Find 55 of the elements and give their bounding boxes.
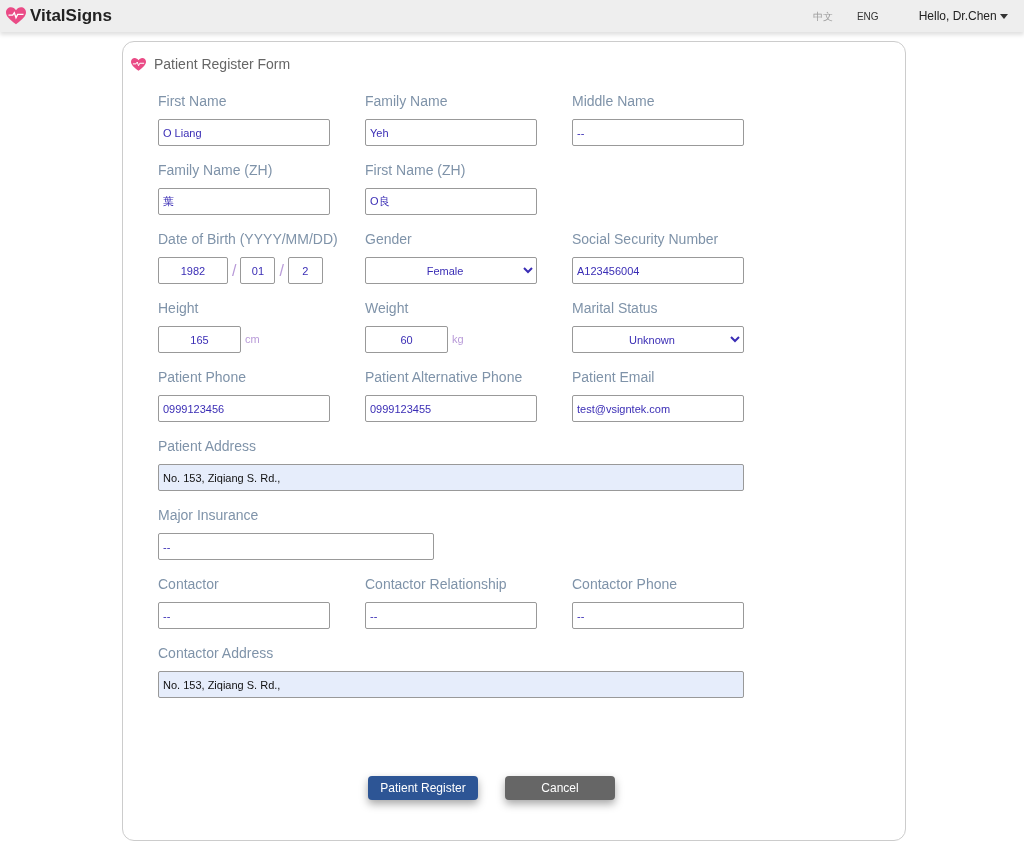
field-label: Family Name (ZH): [158, 161, 273, 180]
input-field[interactable]: 2: [287, 257, 323, 284]
field-label: Patient Alternative Phone: [365, 368, 523, 387]
unit-label: kg: [452, 332, 464, 348]
field-label: Contactor Phone: [572, 575, 678, 594]
field-label: Middle Name: [572, 92, 655, 111]
input-field[interactable]: --: [158, 533, 434, 560]
user-menu[interactable]: Hello, Dr.Chen: [918, 7, 1008, 25]
input-field[interactable]: 1982: [158, 257, 228, 284]
input-field[interactable]: --: [158, 602, 330, 629]
input-field[interactable]: No. 153, Ziqiang S. Rd.,: [158, 464, 744, 491]
input-field[interactable]: --: [365, 602, 537, 629]
field-label: Height: [158, 299, 199, 318]
select-field[interactable]: Unknown: [572, 326, 744, 353]
input-field[interactable]: 165: [158, 326, 241, 353]
field-label: Gender: [365, 230, 412, 249]
input-field[interactable]: 0999123456: [158, 395, 330, 422]
field-label: Date of Birth (YYYY/MM/DD): [158, 230, 338, 249]
language-link[interactable]: ENG: [856, 8, 879, 24]
cancel-button[interactable]: Cancel: [505, 776, 615, 800]
field-label: Contactor Address: [158, 644, 274, 663]
form-title: Patient Register Form: [154, 55, 291, 74]
date-separator: /: [279, 260, 284, 281]
input-field[interactable]: 60: [365, 326, 448, 353]
field-label: Family Name: [365, 92, 448, 111]
field-label: Social Security Number: [572, 230, 719, 249]
heart-icon: [131, 57, 146, 72]
input-field[interactable]: --: [572, 119, 744, 146]
field-label: Contactor Relationship: [365, 575, 507, 594]
register-button[interactable]: Patient Register: [368, 776, 478, 800]
unit-label: cm: [245, 332, 260, 348]
input-field[interactable]: 01: [240, 257, 276, 284]
heart-icon: [6, 6, 26, 26]
field-label: First Name (ZH): [365, 161, 466, 180]
caret-icon: [1000, 13, 1008, 20]
input-field[interactable]: O Liang: [158, 119, 330, 146]
field-label: Patient Phone: [158, 368, 246, 387]
input-field[interactable]: --: [572, 602, 744, 629]
field-label: Contactor: [158, 575, 219, 594]
input-field[interactable]: 0999123455: [365, 395, 537, 422]
field-label: Patient Address: [158, 437, 257, 456]
input-field[interactable]: O良: [365, 188, 537, 215]
field-label: Weight: [365, 299, 409, 318]
brand-name: VitalSigns: [30, 5, 112, 28]
input-field[interactable]: A123456004: [572, 257, 744, 284]
field-label: Marital Status: [572, 299, 658, 318]
input-field[interactable]: 葉: [158, 188, 330, 215]
field-label: Major Insurance: [158, 506, 259, 525]
input-field[interactable]: No. 153, Ziqiang S. Rd.,: [158, 671, 744, 698]
field-label: Patient Email: [572, 368, 655, 387]
input-field[interactable]: test@vsigntek.com: [572, 395, 744, 422]
select-field[interactable]: Female: [365, 257, 537, 284]
input-field[interactable]: Yeh: [365, 119, 537, 146]
date-separator: /: [232, 260, 237, 281]
field-label: First Name: [158, 92, 227, 111]
